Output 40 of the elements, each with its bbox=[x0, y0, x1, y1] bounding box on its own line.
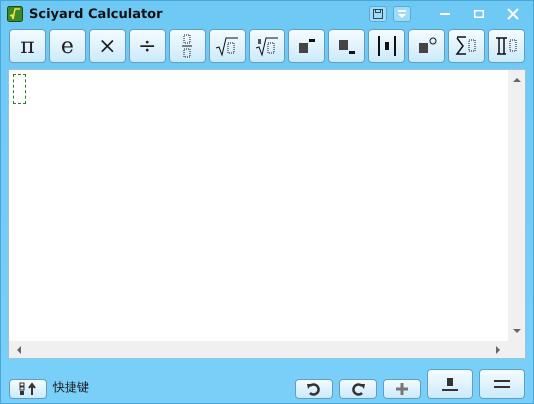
template-button[interactable] bbox=[288, 29, 326, 63]
vertical-scrollbar[interactable] bbox=[508, 70, 525, 341]
template-button[interactable] bbox=[168, 29, 206, 63]
scroll-up-icon[interactable] bbox=[512, 75, 520, 85]
symbol-button[interactable]: e bbox=[48, 29, 86, 63]
close-icon bbox=[507, 8, 519, 20]
template-button[interactable] bbox=[448, 29, 486, 63]
symbol-button[interactable]: × bbox=[88, 29, 126, 63]
dropdown-icon bbox=[398, 10, 406, 18]
scroll-down-icon[interactable] bbox=[512, 326, 520, 336]
maximize-icon bbox=[474, 10, 484, 18]
minimize-icon bbox=[440, 13, 450, 15]
equals-button[interactable] bbox=[479, 369, 525, 399]
window-title: Sciyard Calculator bbox=[29, 6, 164, 22]
template-button[interactable] bbox=[368, 29, 406, 63]
redo-icon bbox=[350, 382, 366, 396]
template-button[interactable] bbox=[488, 29, 525, 63]
template-button[interactable] bbox=[248, 29, 286, 63]
symbol-button[interactable]: ÷ bbox=[128, 29, 166, 63]
undo-icon bbox=[306, 382, 322, 396]
template-button[interactable] bbox=[408, 29, 446, 63]
horizontal-scrollbar[interactable] bbox=[9, 341, 508, 358]
list-up-arrow-icon bbox=[19, 382, 37, 396]
undo-button[interactable] bbox=[295, 379, 333, 399]
save-button[interactable] bbox=[369, 6, 387, 22]
input-placeholder bbox=[13, 74, 26, 104]
scroll-right-icon[interactable] bbox=[493, 346, 503, 354]
dropdown-button[interactable] bbox=[393, 6, 411, 22]
insert-button[interactable] bbox=[383, 379, 421, 399]
fraction-layout-button[interactable] bbox=[427, 369, 473, 399]
app-icon bbox=[7, 6, 23, 22]
shortcut-button[interactable] bbox=[9, 379, 47, 399]
symbol-button[interactable]: π bbox=[9, 29, 46, 63]
template-button[interactable] bbox=[208, 29, 246, 63]
plus-icon bbox=[395, 382, 409, 396]
fraction-bar-icon bbox=[442, 378, 458, 390]
redo-button[interactable] bbox=[339, 379, 377, 399]
shortcut-label: 快捷键 bbox=[53, 379, 89, 396]
template-button[interactable] bbox=[328, 29, 366, 63]
equals-icon bbox=[494, 380, 510, 388]
